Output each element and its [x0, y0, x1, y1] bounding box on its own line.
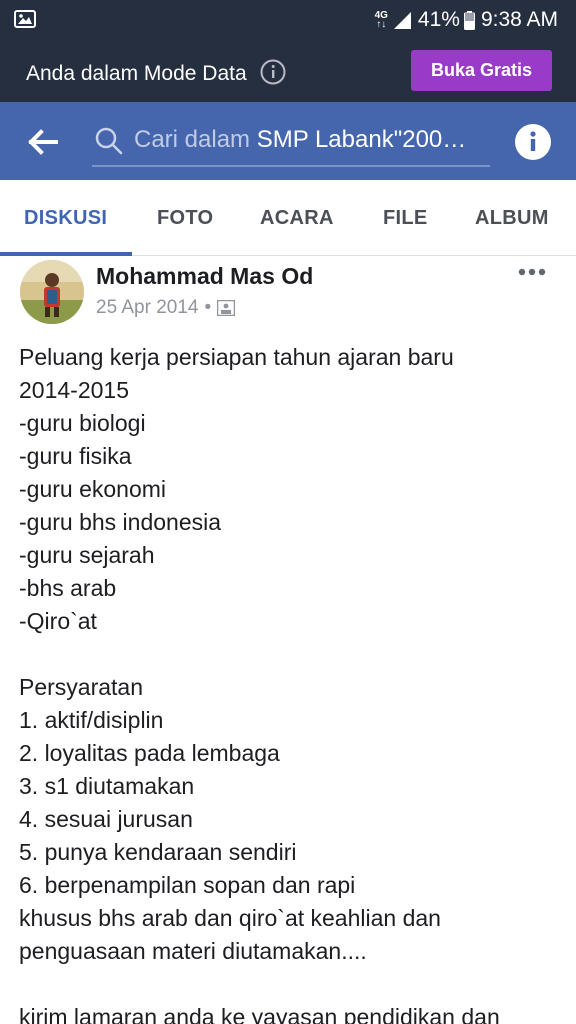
group-tabs: DISKUSI FOTO ACARA FILE ALBUM [0, 180, 576, 256]
post-line: 5. punya kendaraan sendiri [19, 839, 297, 865]
tab-album[interactable]: ALBUM [475, 207, 549, 230]
open-free-button[interactable]: Buka Gratis [411, 50, 552, 91]
more-options-icon[interactable] [518, 268, 546, 276]
status-right: 4G ↑↓ 41% 9:38 AM [375, 6, 558, 34]
post-line [19, 638, 559, 671]
post-line: 3. s1 diutamakan [19, 773, 195, 799]
post-line: Peluang kerja persiapan tahun ajaran bar… [19, 344, 454, 370]
data-mode-text: Anda dalam Mode Data [26, 62, 247, 85]
post-line: -guru sejarah [19, 542, 155, 568]
avatar-image [20, 260, 84, 324]
back-arrow-icon[interactable] [26, 126, 58, 158]
info-icon[interactable] [260, 59, 286, 85]
post-line: -guru biologi [19, 410, 146, 436]
post-author[interactable]: Mohammad Mas Od [96, 263, 313, 290]
data-mode-banner: Anda dalam Mode Data Buka Gratis [0, 40, 576, 102]
search-icon [95, 127, 123, 155]
post-meta: 25 Apr 2014 • [96, 297, 236, 319]
post-header: Mohammad Mas Od 25 Apr 2014 • [0, 256, 576, 336]
post-line: kirim lamaran anda ke yayasan pendidikan… [19, 1004, 500, 1024]
group-search-input[interactable]: Cari dalam SMP Labank"200… [134, 126, 466, 154]
group-name: SMP Labank"200… [256, 126, 467, 153]
post-line: 2014-2015 [19, 377, 129, 403]
network-type: 4G ↑↓ [374, 10, 388, 30]
post-line: 1. aktif/disiplin [19, 707, 164, 733]
battery-percent: 41% [417, 8, 460, 31]
group-header: Cari dalam SMP Labank"200… [0, 102, 576, 180]
tab-acara[interactable]: ACARA [260, 207, 334, 230]
post-line: Persyaratan [19, 674, 144, 700]
search-placeholder: Cari dalam [134, 126, 257, 153]
post-line: -Qiro`at [19, 608, 97, 634]
post-line [19, 968, 559, 1001]
gallery-icon [14, 10, 36, 28]
tab-foto[interactable]: FOTO [157, 207, 213, 230]
post-line: -guru ekonomi [19, 476, 167, 502]
post-line: khusus bhs arab dan qiro`at keahlian dan [19, 905, 441, 931]
post-body: Peluang kerja persiapan tahun ajaran bar… [19, 341, 559, 1024]
meta-separator: • [204, 297, 212, 318]
post-line: -guru fisika [19, 443, 132, 469]
photo-icon [217, 300, 236, 316]
post-line: -guru bhs indonesia [19, 509, 222, 535]
post-line: 2. loyalitas pada lembaga [19, 740, 280, 766]
post-line: -bhs arab [19, 575, 117, 601]
search-underline [92, 165, 490, 167]
group-info-icon[interactable] [515, 124, 551, 160]
signal-icon [393, 12, 411, 29]
data-mode-message: Anda dalam Mode Data [26, 59, 286, 86]
tab-file[interactable]: FILE [383, 207, 428, 230]
avatar[interactable] [20, 260, 84, 324]
post-line: penguasaan materi diutamakan.... [19, 938, 367, 964]
clock: 9:38 AM [480, 8, 558, 31]
status-bar: 4G ↑↓ 41% 9:38 AM [0, 0, 576, 40]
post-date[interactable]: 25 Apr 2014 [96, 297, 198, 319]
battery-icon [463, 10, 475, 30]
post-line: 4. sesuai jurusan [19, 806, 193, 832]
tab-diskusi[interactable]: DISKUSI [24, 207, 107, 230]
post-line: 6. berpenampilan sopan dan rapi [19, 872, 356, 898]
